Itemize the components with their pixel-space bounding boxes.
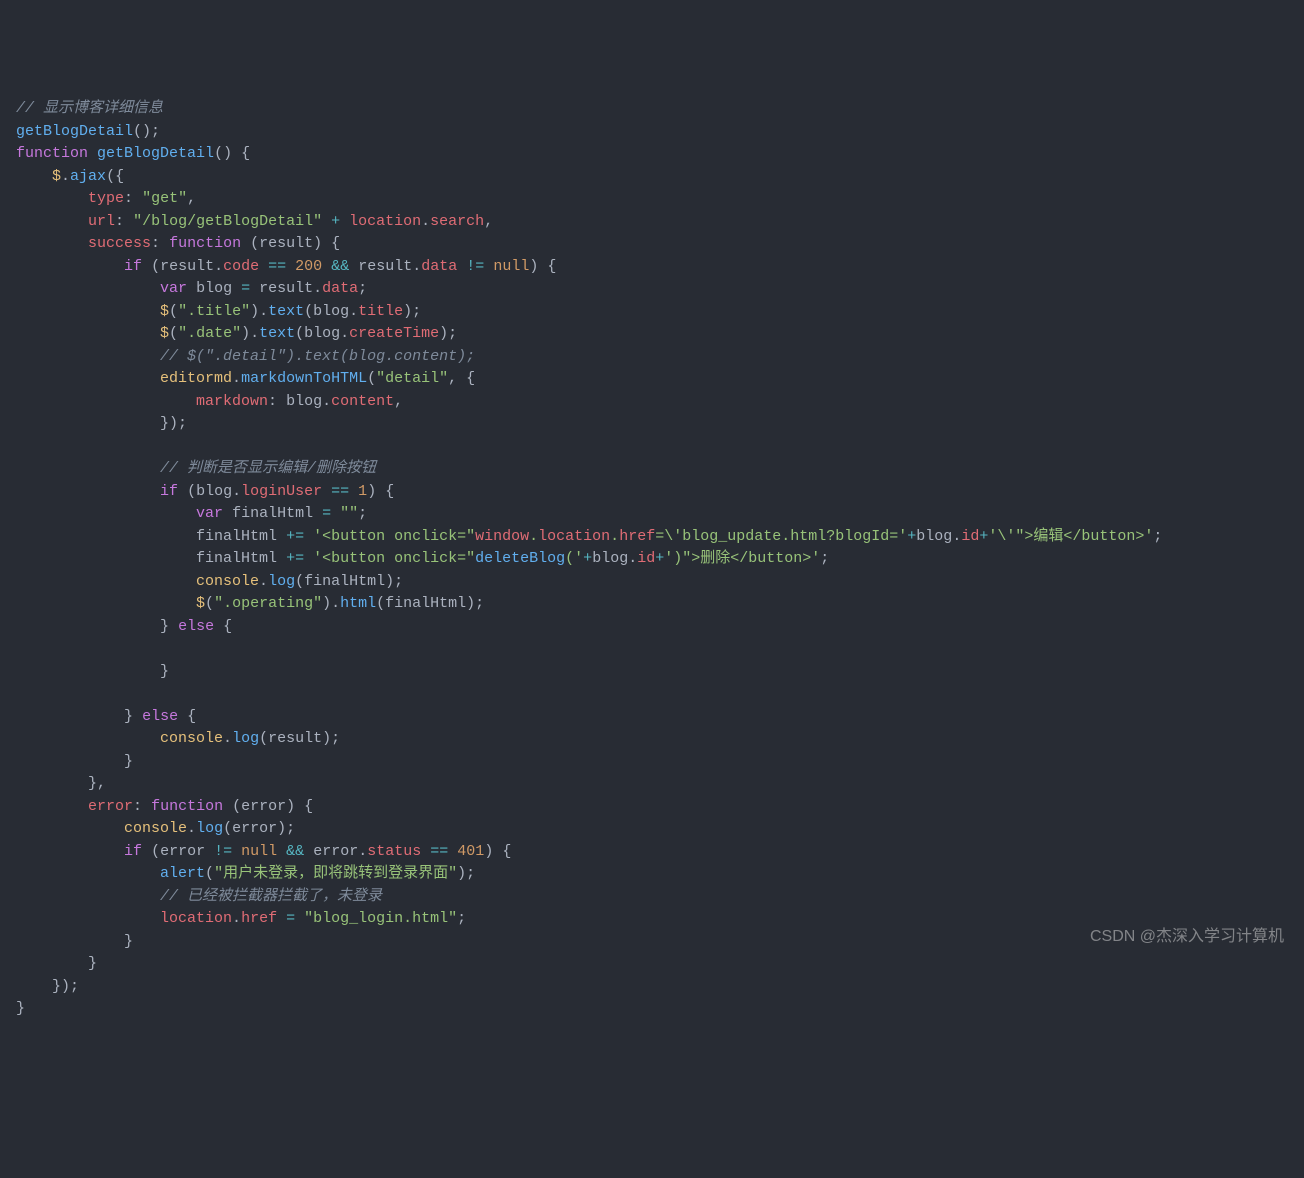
property-success: success xyxy=(88,235,151,252)
string-url: "/blog/getBlogDetail" xyxy=(133,213,322,230)
keyword-function: function xyxy=(169,235,241,252)
search-prop: search xyxy=(430,213,484,230)
string-get: "get" xyxy=(142,190,187,207)
function-call: getBlogDetail xyxy=(16,123,133,140)
comment-line: // 判断是否显示编辑/删除按钮 xyxy=(160,460,376,477)
code-editor[interactable]: // 显示博客详细信息 getBlogDetail(); function ge… xyxy=(16,98,1288,1021)
location-obj: location xyxy=(349,213,421,230)
keyword-if: if xyxy=(124,258,142,275)
comment-line: // 已经被拦截器拦截了，未登录 xyxy=(160,888,382,905)
comment-line: // 显示博客详细信息 xyxy=(16,100,163,117)
property-type: type xyxy=(88,190,124,207)
keyword-function: function xyxy=(16,145,88,162)
ajax-call: ajax xyxy=(70,168,106,185)
param-result: result xyxy=(259,235,313,252)
comment-line: // $(".detail").text(blog.content); xyxy=(160,348,475,365)
watermark-text: CSDN @杰深入学习计算机 xyxy=(1090,925,1284,949)
jquery-symbol: $ xyxy=(52,168,61,185)
function-name: getBlogDetail xyxy=(97,145,214,162)
property-url: url xyxy=(88,213,115,230)
